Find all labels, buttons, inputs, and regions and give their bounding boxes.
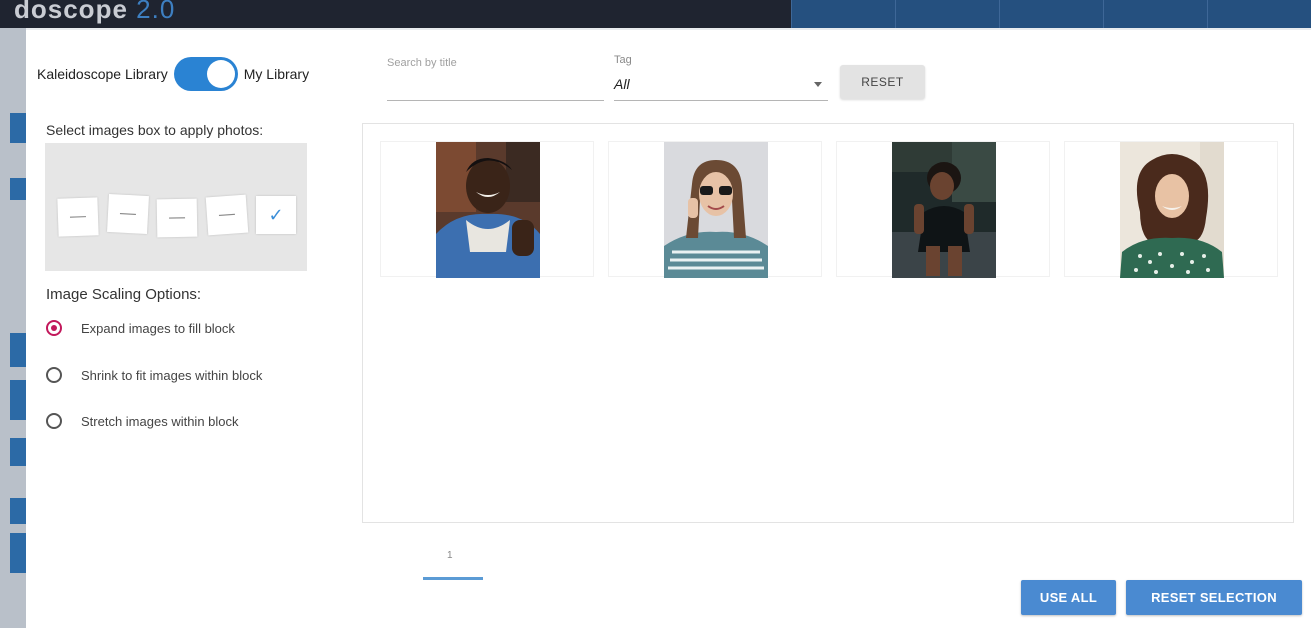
layout-slot[interactable]: — — [107, 193, 149, 235]
background-sidebar-item — [10, 380, 26, 420]
background-nav — [791, 0, 1311, 28]
tag-label: Tag — [614, 54, 632, 66]
radio-icon[interactable] — [46, 367, 62, 383]
checkmark-icon: ✓ — [268, 204, 284, 225]
layout-picker: — — — — ✓ — [45, 143, 307, 271]
background-sidebar-item — [10, 438, 26, 466]
background-logo: doscope 2.0 — [14, 0, 176, 24]
tag-value[interactable]: All — [614, 76, 630, 92]
background-nav-item — [895, 0, 999, 28]
photo-gallery — [362, 123, 1294, 523]
scaling-option-stretch[interactable]: Stretch images within block — [46, 411, 239, 431]
background-nav-item — [1103, 0, 1207, 28]
library-switch[interactable] — [173, 57, 238, 91]
background-sidebar-item — [10, 113, 26, 143]
pagination-page[interactable]: 1 — [447, 550, 453, 561]
my-library-label[interactable]: My Library — [244, 66, 309, 82]
photo-card[interactable] — [608, 141, 822, 278]
search-input[interactable] — [387, 52, 604, 69]
select-images-label: Select images box to apply photos: — [46, 122, 264, 138]
radio-selected-icon[interactable] — [46, 320, 62, 336]
background-sidebar-item — [10, 333, 26, 367]
photo-card[interactable] — [1064, 141, 1278, 278]
radio-icon[interactable] — [46, 413, 62, 429]
scaling-option-label[interactable]: Stretch images within block — [81, 414, 239, 429]
background-nav-item — [791, 0, 895, 28]
photo-woman-sitting-dark[interactable] — [892, 142, 996, 278]
scaling-option-expand[interactable]: Expand images to fill block — [46, 318, 235, 338]
photo-picker-modal: Kaleidoscope Library My Library Select i… — [26, 30, 1311, 628]
layout-slot-selected[interactable]: ✓ — [256, 196, 296, 234]
scaling-option-label[interactable]: Expand images to fill block — [81, 321, 235, 336]
photo-woman-sunglasses[interactable] — [664, 142, 768, 278]
background-sidebar-item — [10, 178, 26, 200]
scaling-options-label: Image Scaling Options: — [46, 286, 202, 303]
photo-woman-curly-hair[interactable] — [1120, 142, 1224, 278]
pagination-active-indicator — [423, 577, 483, 580]
background-topbar: doscope 2.0 — [0, 0, 1311, 28]
photo-card[interactable] — [836, 141, 1050, 278]
scaling-option-shrink[interactable]: Shrink to fit images within block — [46, 365, 262, 385]
layout-slot[interactable]: — — [205, 194, 249, 236]
kaleidoscope-library-label[interactable]: Kaleidoscope Library — [37, 66, 168, 82]
library-switch-knob[interactable] — [206, 60, 235, 88]
reset-selection-button[interactable]: RESET SELECTION — [1126, 580, 1302, 615]
layout-slot[interactable]: — — [57, 197, 99, 237]
library-toggle: Kaleidoscope Library My Library — [37, 57, 309, 91]
background-nav-item — [1207, 0, 1311, 28]
reset-button[interactable]: RESET — [840, 65, 925, 99]
layout-slot[interactable]: — — [156, 198, 198, 238]
background-sidebar-item — [10, 498, 26, 524]
caret-down-icon[interactable] — [814, 82, 822, 87]
tag-select[interactable]: Tag All — [614, 52, 828, 101]
search-field[interactable] — [387, 52, 604, 101]
background-nav-item — [999, 0, 1103, 28]
photo-card[interactable] — [380, 141, 594, 278]
scaling-option-label[interactable]: Shrink to fit images within block — [81, 368, 262, 383]
use-all-button[interactable]: USE ALL — [1021, 580, 1116, 615]
photo-man-denim-jacket[interactable] — [436, 142, 540, 278]
background-sidebar — [0, 28, 26, 628]
background-sidebar-item — [10, 533, 26, 573]
